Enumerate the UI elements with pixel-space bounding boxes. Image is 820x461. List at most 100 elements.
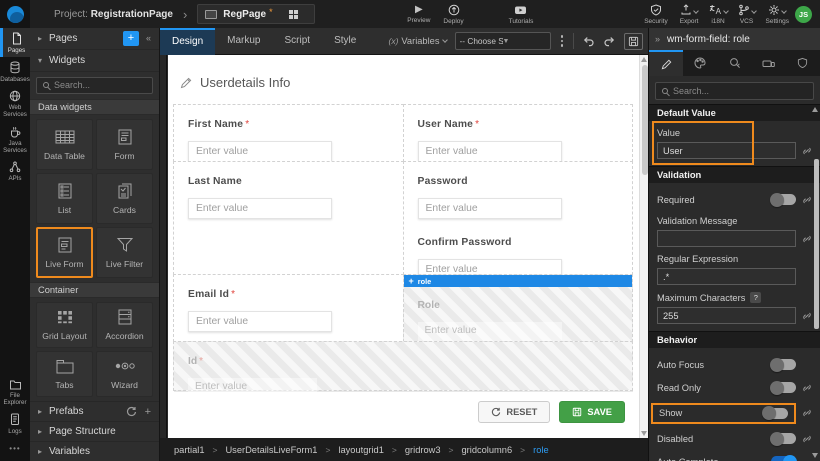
widget-search-input[interactable]: Search... (36, 77, 153, 94)
settings-button[interactable]: Settings (766, 4, 790, 25)
auto-focus-toggle[interactable] (771, 359, 796, 370)
preview-button[interactable]: ▶ Preview (407, 4, 430, 24)
rail-item-file-explorer[interactable]: File Explorer (0, 375, 30, 409)
widget-live-filter[interactable]: Live Filter (96, 227, 153, 278)
field-email[interactable]: Email Id* (173, 274, 404, 342)
i18n-button[interactable]: A i18N (709, 4, 728, 25)
screen-size-select[interactable]: -- Choose Screen Size -- ▼ (455, 32, 551, 50)
save-button[interactable]: SAVE (559, 401, 625, 423)
vcs-button[interactable]: VCS (738, 4, 756, 25)
rail-item-databases[interactable]: Databases (0, 57, 30, 86)
prefabs-section-header[interactable]: ▸ Prefabs + (30, 401, 159, 421)
undo-button[interactable] (582, 35, 595, 48)
widget-form[interactable]: Form (96, 119, 153, 170)
rail-item-pages[interactable]: Pages (0, 28, 30, 57)
rail-item-java-services[interactable]: Java Services (0, 122, 30, 157)
rail-item-web-services[interactable]: Web Services (0, 86, 30, 121)
page-structure-section-header[interactable]: ▸ Page Structure (30, 421, 159, 441)
bind-link-icon[interactable] (802, 434, 812, 444)
bind-link-icon[interactable] (802, 383, 812, 393)
tab-markup[interactable]: Markup (215, 28, 272, 55)
add-prefab-button[interactable]: + (145, 407, 151, 417)
rail-more-button[interactable]: ••• (0, 438, 30, 461)
widget-accordion[interactable]: Accordion (96, 302, 153, 348)
tab-devices[interactable] (752, 50, 786, 76)
id-input[interactable]: Enter value (188, 378, 317, 399)
refresh-icon[interactable] (126, 406, 137, 417)
collapse-panel-icon[interactable]: « (146, 33, 151, 43)
add-page-button[interactable]: + (123, 31, 139, 46)
collapse-panel-icon[interactable]: » (655, 34, 660, 44)
breadcrumb-layoutgrid1[interactable]: layoutgrid1 (338, 445, 383, 455)
bind-link-icon[interactable] (802, 311, 812, 321)
bind-link-icon[interactable] (802, 146, 812, 156)
widget-cards[interactable]: Cards (96, 173, 153, 224)
tutorials-button[interactable]: Tutorials (509, 4, 534, 25)
scroll-up-icon[interactable] (812, 107, 818, 112)
auto-complete-toggle[interactable] (771, 456, 796, 461)
password-input[interactable] (418, 198, 562, 219)
rail-item-logs[interactable]: Logs (0, 409, 30, 438)
max-chars-input[interactable] (657, 307, 796, 324)
bind-link-icon[interactable] (802, 195, 812, 205)
validation-message-input[interactable] (657, 230, 796, 247)
page-canvas[interactable]: Userdetails Info First Name* User Name* … (168, 55, 639, 438)
scroll-up-icon[interactable] (641, 57, 647, 62)
rail-item-apis[interactable]: APIs (0, 157, 30, 185)
pages-grid-icon[interactable] (289, 10, 298, 19)
reset-button[interactable]: RESET (478, 401, 550, 423)
regex-input[interactable] (657, 268, 796, 285)
field-role-selected[interactable]: + role Role Enter value (403, 274, 634, 342)
redo-button[interactable] (603, 35, 616, 48)
breadcrumb-userdetailsliveform1[interactable]: UserDetailsLiveForm1 (225, 445, 317, 455)
role-input[interactable]: Enter value (418, 322, 562, 343)
breadcrumb-gridcolumn6[interactable]: gridcolumn6 (461, 445, 512, 455)
breadcrumb-gridrow3[interactable]: gridrow3 (405, 445, 441, 455)
user-avatar[interactable]: JS (795, 6, 812, 23)
field-first-name[interactable]: First Name* (173, 104, 404, 162)
widget-data-table[interactable]: Data Table (36, 119, 93, 170)
help-icon[interactable]: ? (750, 292, 761, 303)
tab-styles[interactable] (683, 50, 717, 76)
scroll-down-icon[interactable] (641, 431, 647, 436)
disabled-toggle[interactable] (771, 433, 796, 444)
properties-search-input[interactable]: Search... (655, 82, 814, 100)
bind-link-icon[interactable] (802, 408, 812, 418)
bind-link-icon[interactable] (802, 234, 812, 244)
security-button[interactable]: Security (644, 4, 667, 25)
field-last-name[interactable]: Last Name (173, 161, 404, 275)
widgets-section-header[interactable]: ▾ Widgets (30, 50, 159, 72)
required-toggle[interactable] (771, 194, 796, 205)
widget-tabs[interactable]: Tabs (36, 351, 93, 397)
email-input[interactable] (188, 311, 332, 332)
more-options-icon[interactable] (559, 35, 566, 47)
tab-security[interactable] (786, 50, 820, 76)
breadcrumb-partial1[interactable]: partial1 (174, 445, 205, 455)
field-id-hidden[interactable]: Id* Enter value (173, 341, 633, 391)
scroll-thumb[interactable] (642, 65, 648, 175)
show-toggle[interactable] (763, 408, 788, 419)
scroll-down-icon[interactable] (812, 453, 818, 458)
save-page-button[interactable] (624, 33, 643, 50)
widget-wizard[interactable]: Wizard (96, 351, 153, 397)
tab-properties[interactable] (649, 50, 683, 76)
widget-list[interactable]: List (36, 173, 93, 224)
field-password-group[interactable]: Password Confirm Password (403, 161, 634, 275)
first-name-input[interactable] (188, 141, 332, 162)
pages-section-header[interactable]: ▸ Pages + « (30, 28, 159, 50)
variables-section-header[interactable]: ▸ Variables (30, 441, 159, 461)
role-selection-bar[interactable]: + role (404, 275, 633, 287)
read-only-toggle[interactable] (771, 382, 796, 393)
widget-grid-layout[interactable]: Grid Layout (36, 302, 93, 348)
tab-design[interactable]: Design (160, 28, 215, 55)
deploy-button[interactable]: Deploy (443, 4, 463, 25)
app-logo[interactable] (0, 0, 30, 28)
user-name-input[interactable] (418, 141, 562, 162)
tab-style[interactable]: Style (322, 28, 368, 55)
breadcrumb-role[interactable]: role (533, 445, 549, 455)
field-user-name[interactable]: User Name* (403, 104, 634, 162)
canvas-scrollbar[interactable] (639, 55, 648, 438)
tab-search-properties[interactable] (717, 50, 751, 76)
variables-dropdown[interactable]: (x) Variables (389, 36, 447, 46)
widget-live-form[interactable]: Live Form (36, 227, 93, 278)
